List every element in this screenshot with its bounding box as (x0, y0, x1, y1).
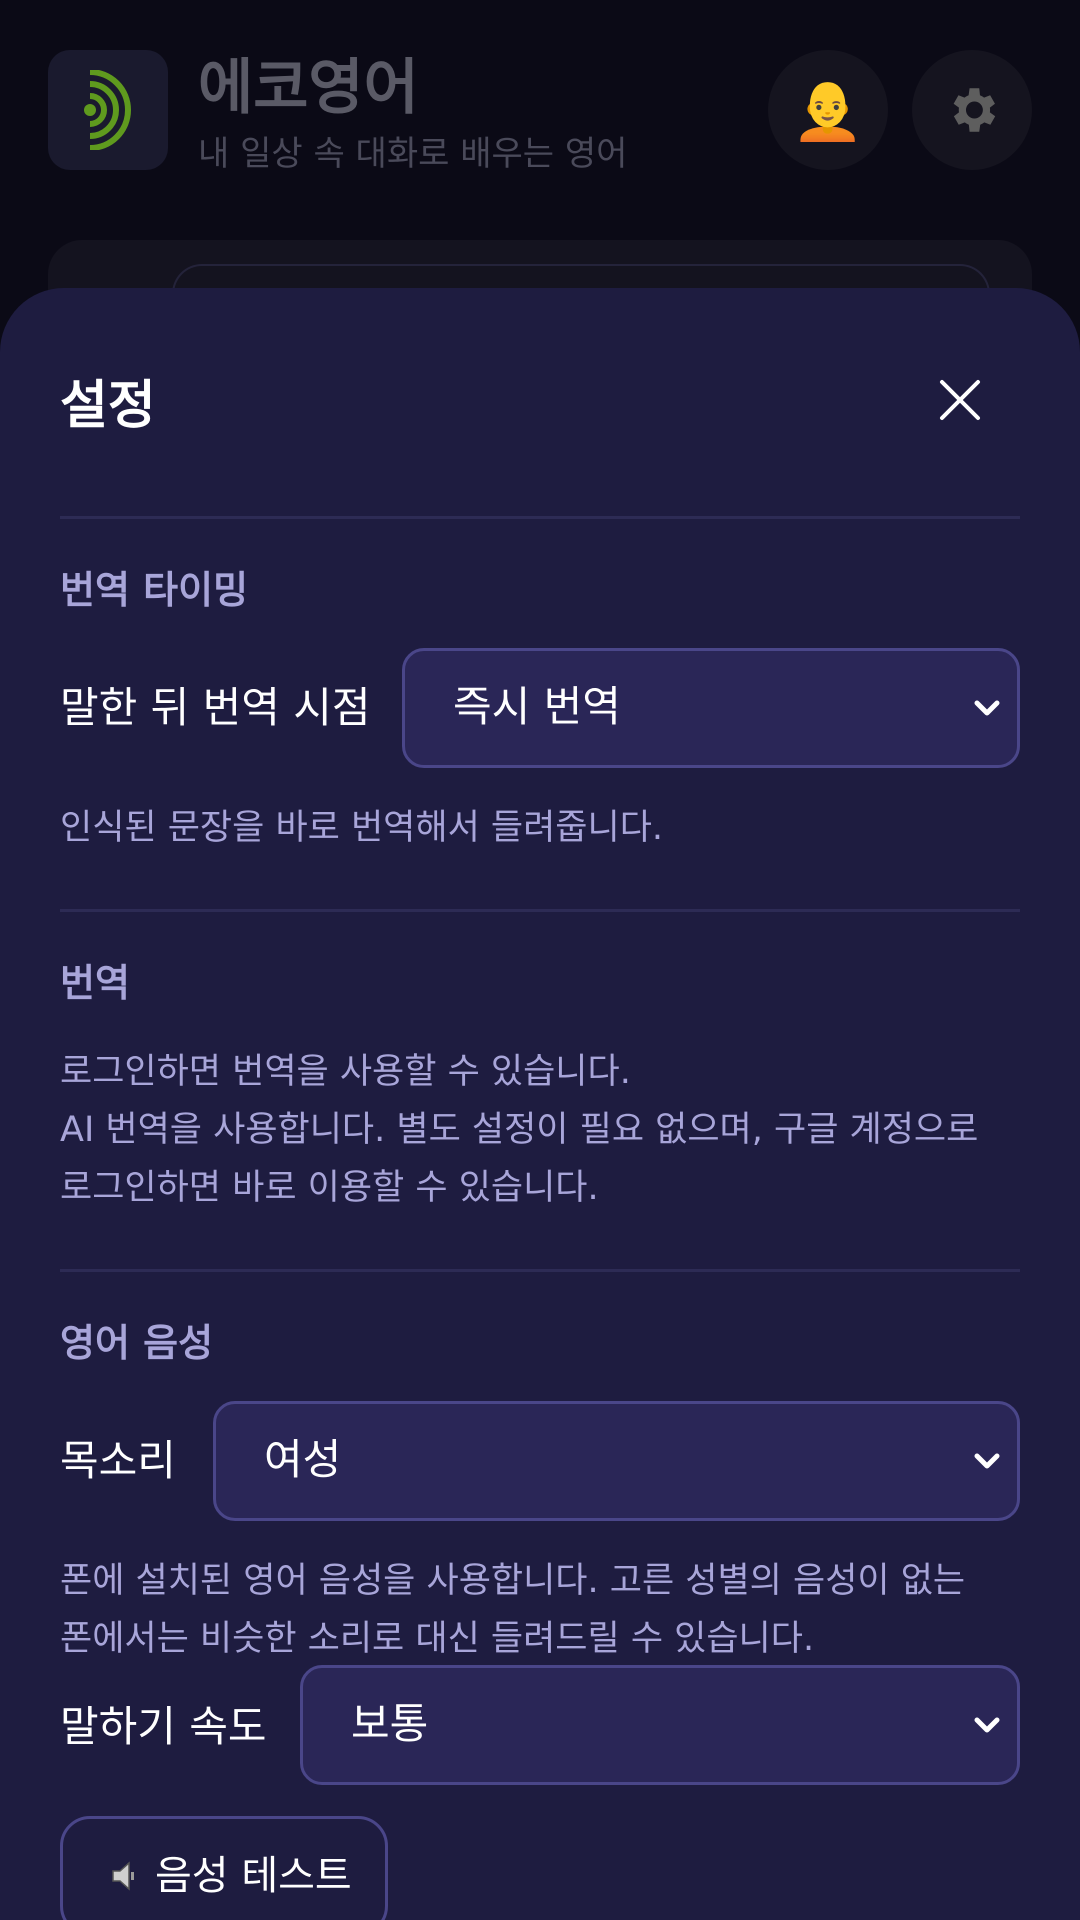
voice-select[interactable]: 여성 (213, 1401, 1020, 1521)
app-subtitle: 내 일상 속 대화로 배우는 영어 (198, 134, 628, 174)
translation-help-line: 로그인하면 번역을 사용할 수 있습니다. (60, 1052, 631, 1092)
voice-help-line: 폰에서는 비슷한 소리로 대신 들려드릴 수 있습니다. (60, 1619, 815, 1659)
chevron-down-icon (974, 1717, 1000, 1733)
app-screen: 에코영어 내 일상 속 대화로 배우는 영어 🧑‍🦲 설정 번역 타이밍 말한 … (0, 0, 1080, 1920)
translation-timing-label: 말한 뒤 번역 시점 (60, 683, 371, 732)
translation-help-line: 로그인하면 바로 이용할 수 있습니다. (60, 1168, 599, 1208)
close-button[interactable] (920, 360, 1000, 440)
app-title: 에코영어 (198, 53, 419, 123)
close-icon (940, 380, 980, 420)
divider (60, 1269, 1020, 1272)
chevron-down-icon (974, 1453, 1000, 1469)
settings-button[interactable] (912, 50, 1032, 170)
voice-test-button[interactable]: 음성 테스트 (60, 1816, 388, 1920)
profile-icon: 🧑‍🦲 (791, 76, 865, 144)
translation-heading: 번역 (60, 961, 130, 1005)
speed-select[interactable]: 보통 (300, 1665, 1020, 1785)
translation-help-line: AI 번역을 사용합니다. 별도 설정이 필요 없으며, 구글 계정으로 (60, 1110, 979, 1150)
speed-label: 말하기 속도 (60, 1702, 267, 1751)
app-logo (48, 50, 168, 170)
voice-help-line: 폰에 설치된 영어 음성을 사용합니다. 고른 성별의 음성이 없는 (60, 1561, 966, 1601)
voice-heading: 영어 음성 (60, 1321, 214, 1365)
divider (60, 909, 1020, 912)
settings-sheet: 설정 번역 타이밍 말한 뒤 번역 시점 즉시 번역 인식된 문장을 바로 번역… (0, 288, 1080, 1920)
voice-value: 여성 (264, 1435, 342, 1484)
divider (60, 516, 1020, 519)
speed-value: 보통 (351, 1699, 429, 1748)
speaker-icon (112, 1861, 134, 1891)
settings-title: 설정 (60, 376, 156, 436)
translation-timing-value: 즉시 번역 (453, 682, 621, 731)
echo-wave-icon (84, 70, 131, 150)
chevron-down-icon (974, 700, 1000, 716)
translation-timing-heading: 번역 타이밍 (60, 568, 249, 612)
profile-button[interactable]: 🧑‍🦲 (768, 50, 888, 170)
voice-label: 목소리 (60, 1436, 176, 1485)
gear-icon (953, 88, 996, 132)
app-header: 에코영어 내 일상 속 대화로 배우는 영어 🧑‍🦲 (0, 0, 1080, 240)
voice-test-label: 음성 테스트 (155, 1853, 352, 1899)
translation-timing-help: 인식된 문장을 바로 번역해서 들려줍니다. (60, 808, 664, 848)
translation-timing-select[interactable]: 즉시 번역 (402, 648, 1020, 768)
